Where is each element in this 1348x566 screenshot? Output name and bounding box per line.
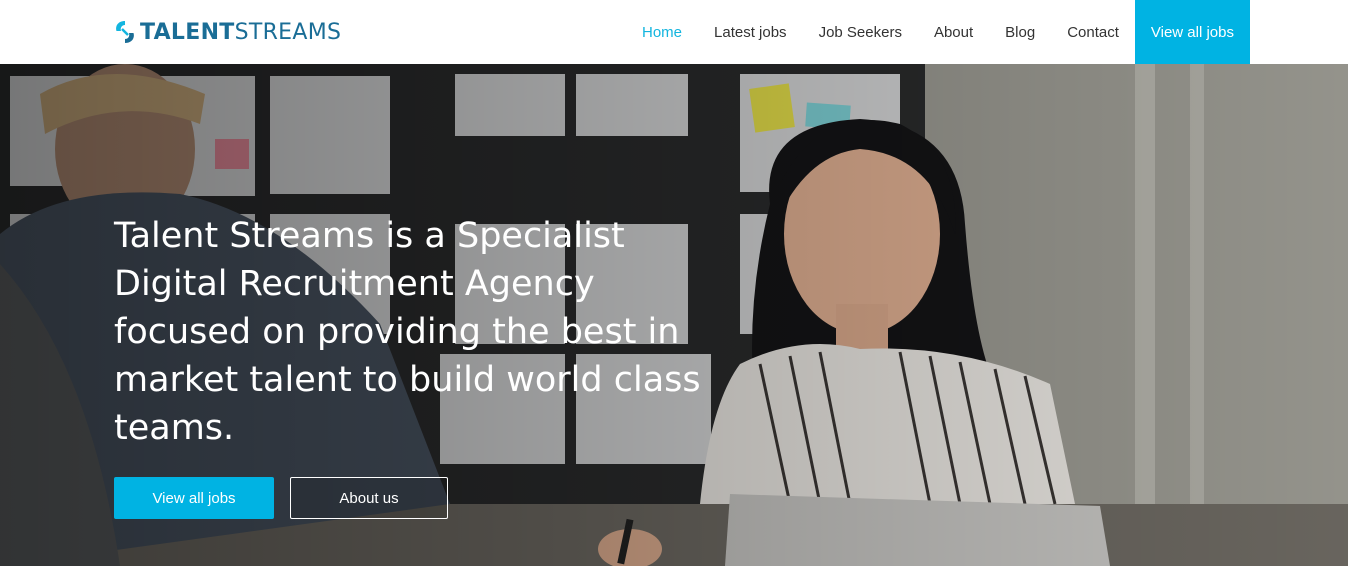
main-nav: Home Latest jobs Job Seekers About Blog … (626, 0, 1250, 64)
site-header: TALENTSTREAMS Home Latest jobs Job Seeke… (0, 0, 1348, 64)
brand-logo[interactable]: TALENTSTREAMS (113, 18, 341, 46)
hero-view-all-jobs-button[interactable]: View all jobs (114, 477, 274, 519)
brand-name-bold: TALENT (140, 19, 235, 45)
nav-home[interactable]: Home (642, 24, 682, 41)
brand-name-light: STREAMS (234, 19, 342, 45)
nav-about[interactable]: About (934, 24, 973, 41)
nav-blog[interactable]: Blog (1005, 24, 1035, 41)
brand-name: TALENTSTREAMS (140, 20, 341, 45)
talentstreams-logo-icon (116, 21, 134, 43)
hero-about-us-button[interactable]: About us (290, 477, 448, 519)
nav-contact[interactable]: Contact (1067, 24, 1119, 41)
hero-headline: Talent Streams is a Specialist Digital R… (114, 216, 701, 448)
nav-job-seekers[interactable]: Job Seekers (819, 24, 902, 41)
nav-view-all-jobs-button[interactable]: View all jobs (1134, 0, 1250, 64)
nav-latest-jobs[interactable]: Latest jobs (714, 24, 787, 41)
hero-section: Talent Streams is a Specialist Digital R… (0, 64, 1348, 566)
